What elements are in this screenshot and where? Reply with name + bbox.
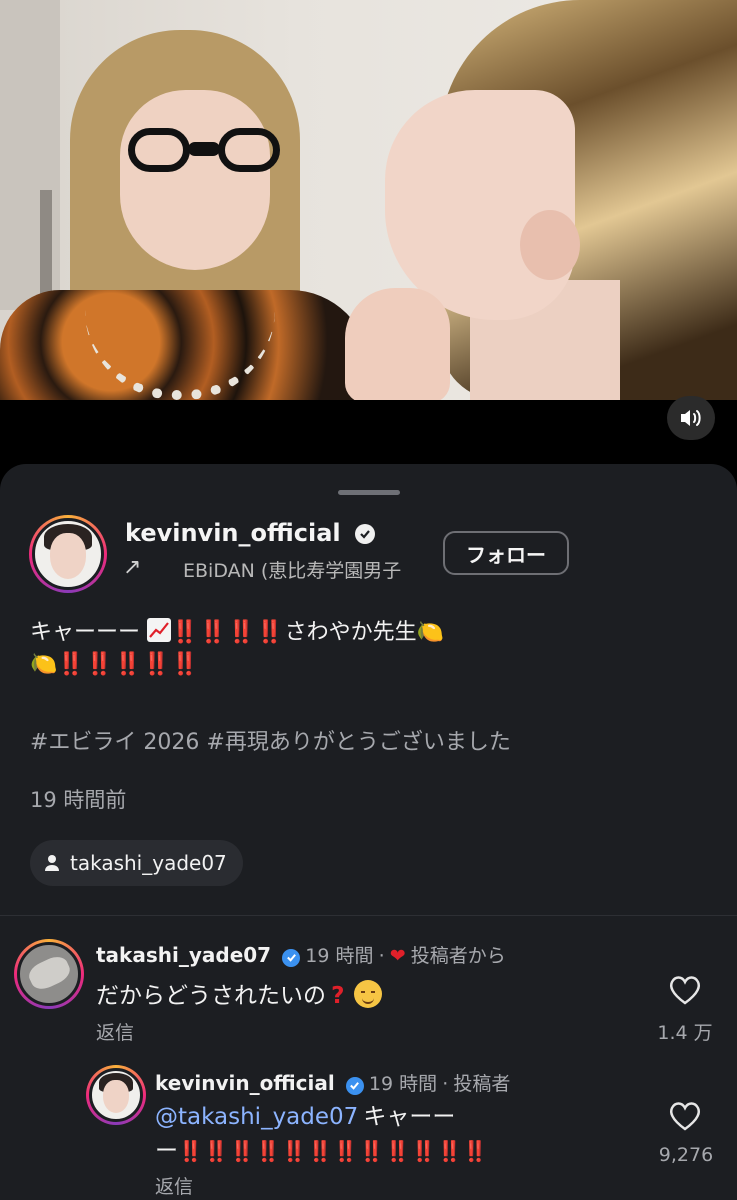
chart-up-icon [147,618,172,642]
like-count: 9,276 [658,1144,714,1166]
mention-link[interactable]: @takashi_yade07 [155,1104,358,1130]
reply-button[interactable]: 返信 [155,1172,193,1199]
verified-badge-icon [345,1076,364,1095]
reply-time: 19 時間 [368,1073,438,1095]
reply-header: kevinvin_official 19 時間 · 投稿者 [155,1069,510,1096]
caption-exclamations-1: ‼️‼️‼️‼️ [171,620,285,645]
heart-icon[interactable] [668,1100,702,1132]
background-strip [40,190,52,300]
heart-icon: ❤ [389,945,406,967]
like-count: 1.4 万 [657,1022,713,1044]
sound-toggle-button[interactable] [667,396,715,440]
caption-text-1: キャーーー [30,620,141,645]
owner-username[interactable]: kevinvin_official [125,519,341,547]
post-photo[interactable] [0,0,737,400]
hand [345,288,450,400]
person-icon [45,855,59,871]
author-label: 投稿者 [453,1073,511,1095]
comment-header: takashi_yade07 19 時間 · ❤ 投稿者から [96,941,506,968]
verified-badge-icon [282,948,301,967]
caption-text-2: さわやか先生 [284,620,417,645]
post-details-sheet: kevinvin_official ↗ EBiDAN (恵比寿学園男子 フォロー… [0,464,737,1200]
speaker-icon [681,410,701,426]
reply-button[interactable]: 返信 [96,1018,134,1045]
owner-avatar[interactable] [29,515,107,593]
reply-text-cont: ー [155,1138,178,1164]
section-divider [0,915,737,916]
person-left-face [120,90,270,270]
comment-username[interactable]: takashi_yade07 [96,943,271,967]
tagged-username: takashi_yade07 [70,851,227,875]
question-mark-icon: ? [331,983,345,1009]
reply-text: キャーー [363,1104,456,1130]
lemon-icon: 🍋 [416,620,445,645]
owner-username-row[interactable]: kevinvin_official [125,519,375,547]
arrow-icon: ↗ [123,555,142,580]
smiling-face-icon [353,980,382,1008]
liked-by-author-label: 投稿者から [410,945,506,967]
reply-avatar[interactable] [86,1065,146,1125]
tagged-user-chip[interactable]: takashi_yade07 [30,840,243,886]
comment-text: だからどうされたいの [96,983,326,1009]
comment-time: 19 時間 [305,945,374,967]
reply-username[interactable]: kevinvin_official [155,1071,335,1095]
post-caption: キャーーー ‼️‼️‼️‼️さわやか先生🍋 🍋‼️‼️‼️‼️‼️ [30,617,550,681]
commenter-avatar[interactable] [14,939,84,1009]
meta-dot: · [442,1073,449,1095]
audio-label[interactable]: EBiDAN (恵比寿学園男子 [183,556,423,583]
meta-dot: · [378,945,385,967]
post-hashtags[interactable]: #エビライ 2026 #再現ありがとうございました [30,724,511,756]
heart-icon[interactable] [668,974,702,1006]
post-timestamp: 19 時間前 [30,788,127,812]
caption-exclamations-2: ‼️‼️‼️‼️‼️ [57,652,200,677]
reply-body: @takashi_yade07 キャーー ー‼️‼️‼️‼️‼️‼️‼️‼️‼️… [155,1101,615,1169]
reply-exclamations: ‼️‼️‼️‼️‼️‼️‼️‼️‼️‼️‼️‼️ [178,1139,489,1163]
person-right-ear [520,210,580,280]
verified-badge-icon [355,524,375,544]
glasses [128,128,288,178]
sheet-drag-handle[interactable] [338,490,400,495]
follow-button[interactable]: フォロー [443,531,569,575]
person-right-face [385,90,575,320]
lemon-icon: 🍋 [30,652,58,677]
comment-body: だからどうされたいの ? [96,976,382,1010]
